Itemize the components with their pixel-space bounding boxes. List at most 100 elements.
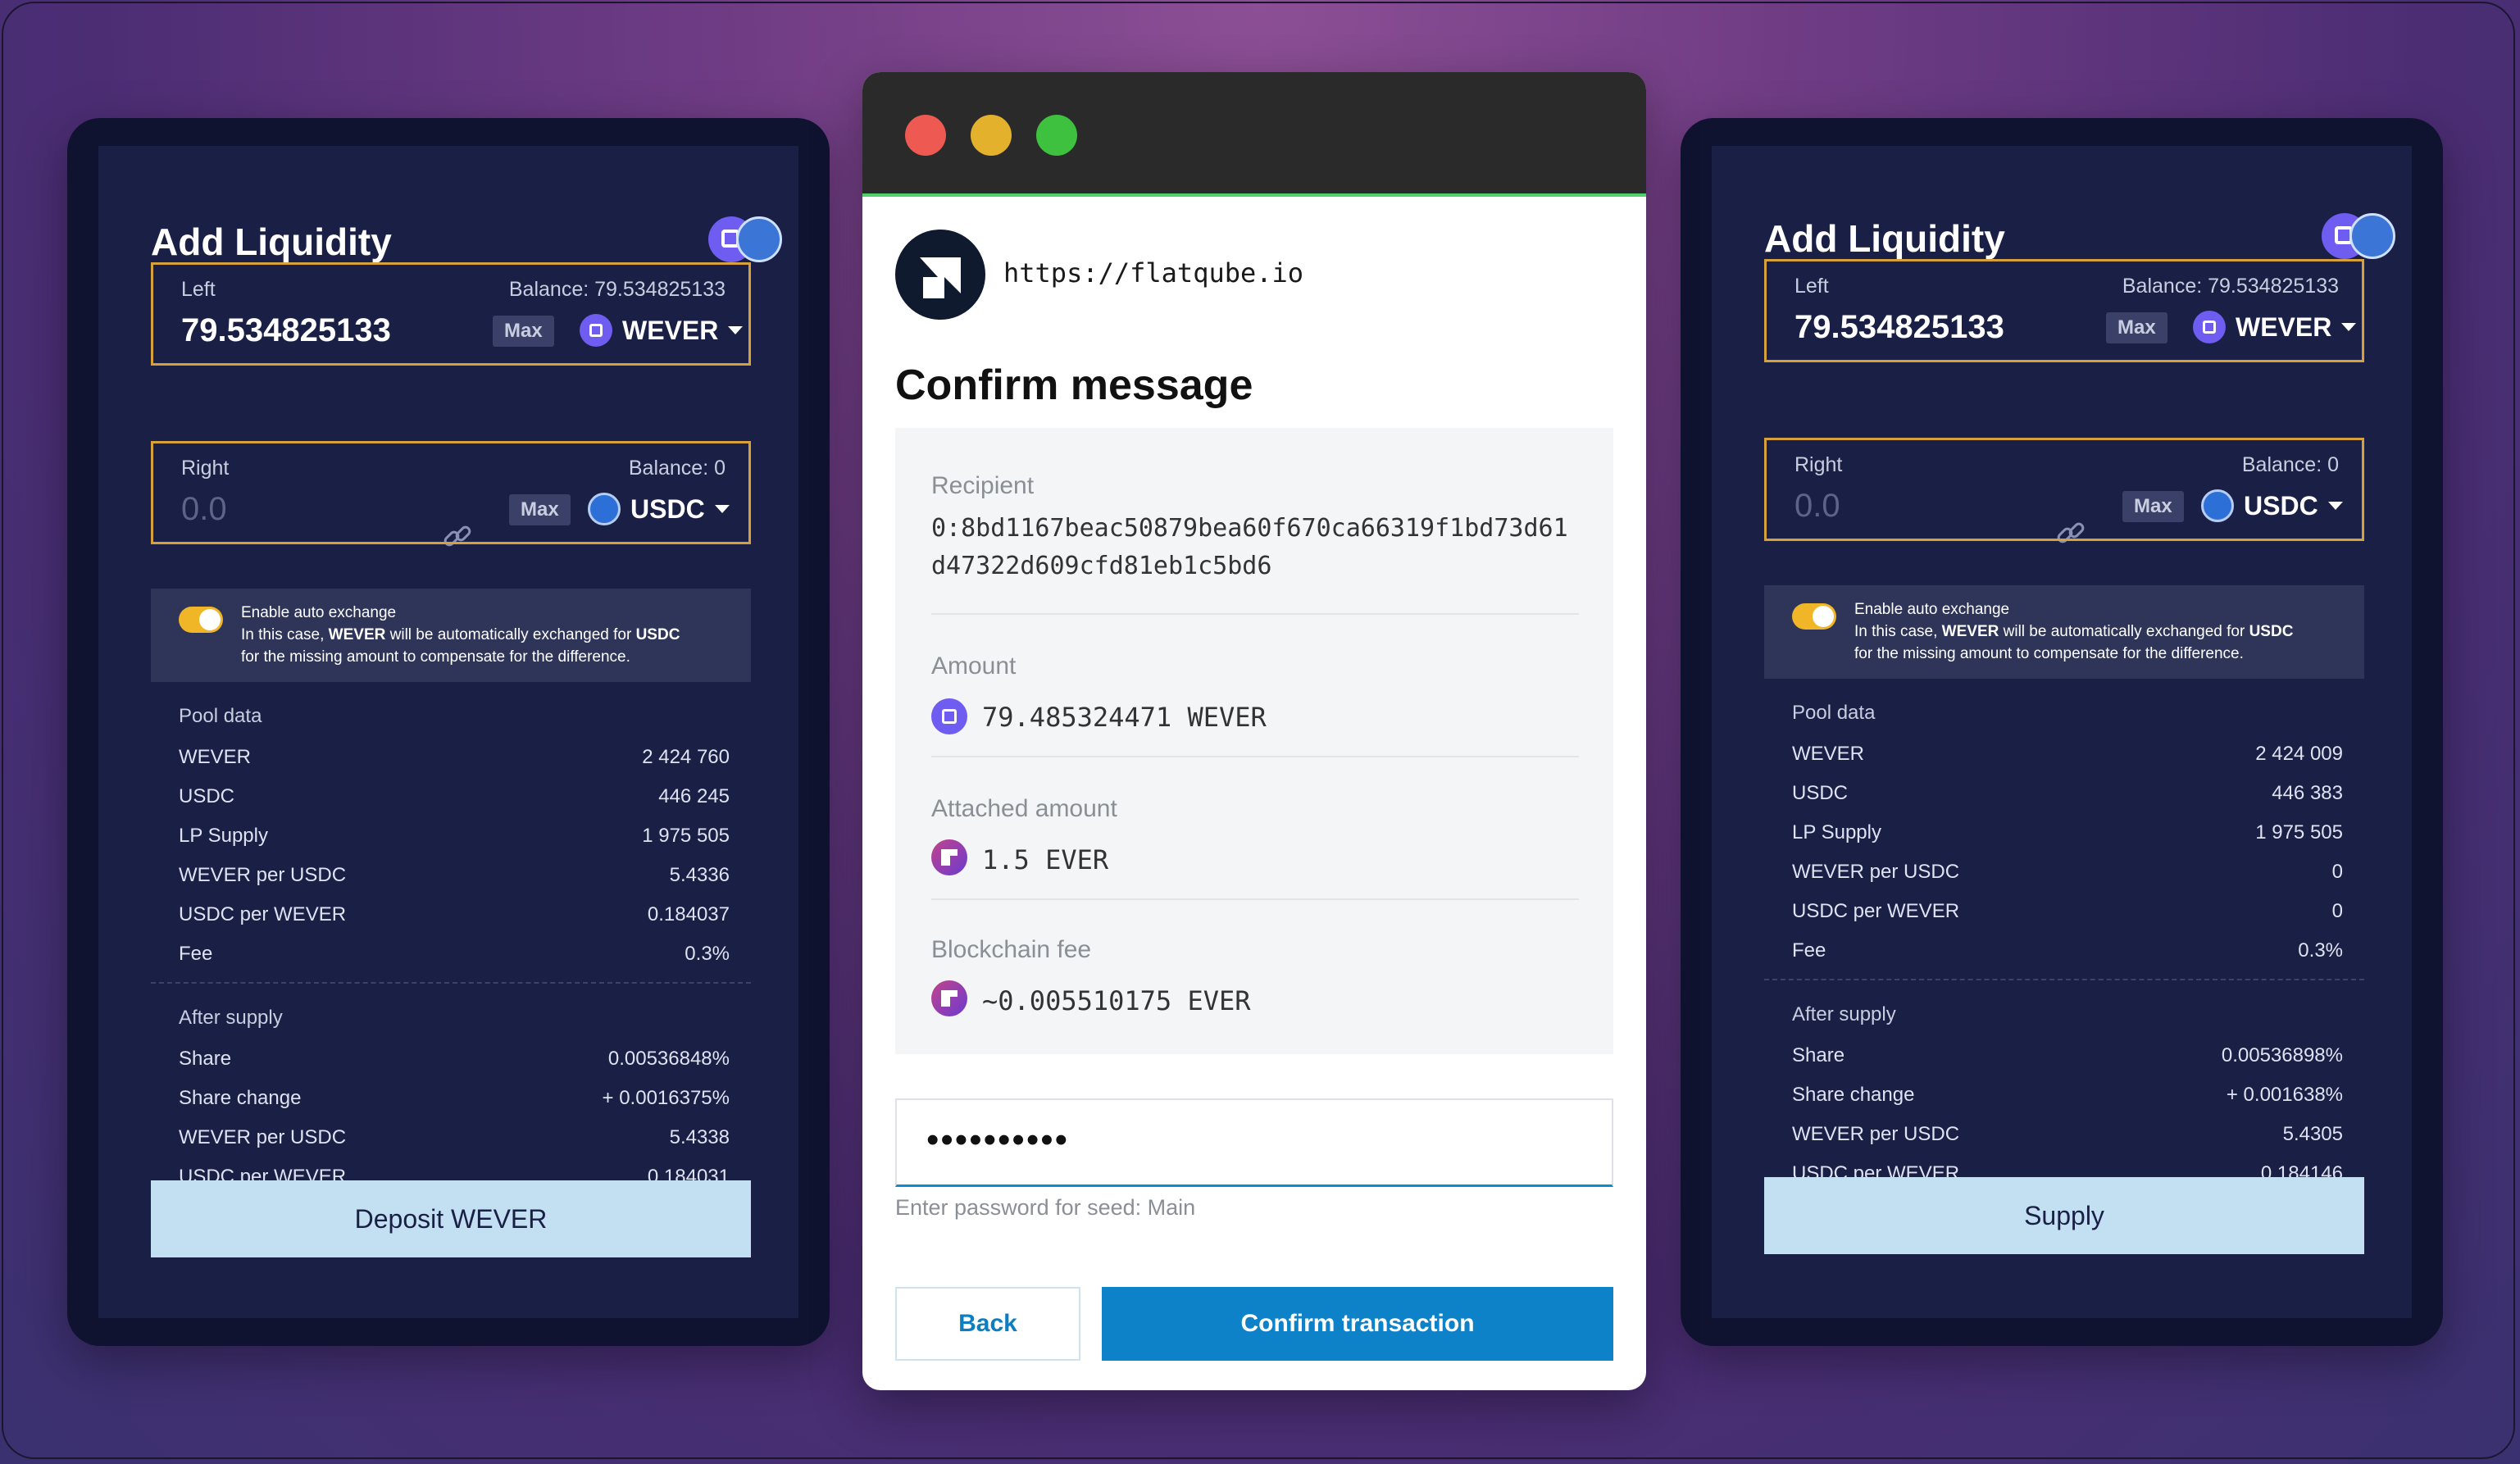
- pool-data: Pool data WEVER 2 424 009 USDC 446 383 LP Su…: [1764, 702, 2364, 962]
- data-row: Share 0.00536848%: [151, 1048, 751, 1071]
- row-value: 0.00536848%: [607, 1048, 730, 1070]
- attached-amount-label: Attached amount: [931, 795, 1117, 822]
- amount-label: Amount: [931, 652, 1017, 680]
- divider: [931, 613, 1579, 615]
- row-value: + 0.0016375%: [602, 1087, 730, 1109]
- data-row: WEVER per USDC 5.4338: [151, 1126, 751, 1149]
- max-button[interactable]: Max: [493, 316, 554, 347]
- chevron-down-icon: [714, 505, 730, 513]
- row-key: Fee: [179, 943, 213, 965]
- balance-text: Balance: 0: [2241, 453, 2339, 476]
- ever-icon: [931, 839, 967, 875]
- amount-input[interactable]: 0.0: [181, 491, 227, 528]
- ever-icon: [931, 980, 967, 1016]
- row-value: 5.4336: [669, 864, 730, 886]
- right-token-field[interactable]: Right Balance: 0 0.0 Max USDC: [151, 441, 751, 544]
- auto-exchange-toggle[interactable]: [1792, 603, 1836, 630]
- token-select[interactable]: USDC: [2201, 489, 2343, 522]
- row-value: 0.00536898%: [2221, 1044, 2343, 1066]
- row-key: LP Supply: [179, 825, 268, 847]
- data-row: Fee 0.3%: [1764, 939, 2364, 962]
- max-button[interactable]: Max: [2106, 312, 2167, 343]
- row-key: USDC per WEVER: [1792, 900, 1960, 922]
- amount-input[interactable]: 79.534825133: [1794, 309, 2004, 346]
- password-hint: Enter password for seed: Main: [895, 1195, 1196, 1220]
- row-value: 1 975 505: [642, 825, 730, 847]
- confirm-transaction-button[interactable]: Confirm transaction: [1102, 1287, 1613, 1361]
- minimize-window-button[interactable]: [971, 115, 1012, 156]
- auto-exchange-box: Enable auto exchange In this case, WEVER…: [151, 589, 751, 682]
- after-supply: After supply Share 0.00536898% Share chang…: [1764, 1003, 2364, 1185]
- amount-value: 79.485324471 WEVER: [982, 702, 1267, 733]
- blockchain-fee-label: Blockchain fee: [931, 936, 1092, 963]
- row-value: 0: [2331, 900, 2343, 922]
- back-button[interactable]: Back: [895, 1287, 1080, 1361]
- auto-exchange-text: Enable auto exchange In this case, WEVER…: [1854, 601, 2294, 662]
- right-token-field[interactable]: Right Balance: 0 0.0 Max USDC: [1764, 438, 2364, 541]
- pool-data: Pool data WEVER 2 424 760 USDC 446 245 LP Su…: [151, 705, 751, 966]
- wallet-window: https://flatqube.io Confirm message Reci…: [862, 72, 1646, 1390]
- token-pair-icon: [2322, 213, 2404, 262]
- usdc-icon: [2201, 489, 2234, 522]
- row-key: WEVER per USDC: [179, 864, 347, 886]
- balance-text: Balance: 0: [628, 457, 726, 480]
- card-panel: Add Liquidity Left Balance: 79.534825133…: [98, 146, 798, 1318]
- row-key: Share: [179, 1048, 232, 1070]
- divider: [1764, 979, 2364, 980]
- token-select[interactable]: USDC: [588, 493, 730, 525]
- row-value: 0.3%: [2298, 939, 2343, 962]
- chevron-down-icon: [2341, 323, 2357, 331]
- row-value: 0.3%: [685, 943, 730, 965]
- token-label: USDC: [2244, 490, 2318, 521]
- row-value: 5.4305: [2282, 1123, 2343, 1145]
- row-key: USDC per WEVER: [179, 903, 347, 925]
- card-title: Add Liquidity: [151, 221, 392, 263]
- deposit-button[interactable]: Deposit WEVER: [151, 1180, 751, 1257]
- data-row: LP Supply 1 975 505: [151, 825, 751, 848]
- max-button[interactable]: Max: [2122, 491, 2184, 522]
- wever-icon: [2193, 311, 2226, 343]
- data-row: WEVER per USDC 0: [1764, 861, 2364, 884]
- data-row: WEVER per USDC 5.4305: [1764, 1123, 2364, 1146]
- row-value: 1 975 505: [2255, 821, 2343, 843]
- divider: [931, 756, 1579, 757]
- amount-input[interactable]: 79.534825133: [181, 312, 391, 349]
- data-row: USDC per WEVER 0.184037: [151, 903, 751, 926]
- data-row: USDC 446 245: [151, 785, 751, 808]
- token-label: WEVER: [622, 315, 719, 345]
- auto-exchange-box: Enable auto exchange In this case, WEVER…: [1764, 585, 2364, 679]
- row-key: WEVER per USDC: [179, 1126, 347, 1148]
- left-token-field[interactable]: Left Balance: 79.534825133 79.534825133 …: [151, 262, 751, 366]
- row-value: 446 245: [658, 785, 730, 807]
- usdc-icon: [588, 493, 621, 525]
- token-select[interactable]: WEVER: [580, 314, 744, 347]
- row-value: 2 424 760: [642, 746, 730, 768]
- maximize-window-button[interactable]: [1036, 115, 1077, 156]
- auto-exchange-toggle[interactable]: [179, 607, 223, 633]
- message-details: Recipient 0:8bd1167beac50879bea60f670ca6…: [895, 428, 1613, 1054]
- divider: [151, 982, 751, 984]
- row-key: WEVER: [1792, 743, 1865, 765]
- max-button[interactable]: Max: [509, 494, 571, 525]
- data-row: LP Supply 1 975 505: [1764, 821, 2364, 844]
- data-row: WEVER 2 424 009: [1764, 743, 2364, 766]
- after-supply-title: After supply: [179, 1007, 283, 1029]
- card-panel: Add Liquidity Left Balance: 79.534825133…: [1712, 146, 2412, 1318]
- password-input[interactable]: ••••••••••: [895, 1098, 1613, 1187]
- data-row: USDC 446 383: [1764, 782, 2364, 805]
- pool-data-title: Pool data: [179, 705, 262, 727]
- close-window-button[interactable]: [905, 115, 946, 156]
- row-key: LP Supply: [1792, 821, 1881, 843]
- add-liquidity-card-right: Add Liquidity Left Balance: 79.534825133…: [1681, 118, 2443, 1346]
- row-key: Share change: [1792, 1084, 1915, 1106]
- amount-input[interactable]: 0.0: [1794, 488, 1840, 525]
- row-value: 446 383: [2272, 782, 2343, 804]
- left-token-field[interactable]: Left Balance: 79.534825133 79.534825133 …: [1764, 259, 2364, 362]
- token-pair-icon: [708, 216, 790, 266]
- token-select[interactable]: WEVER: [2193, 311, 2357, 343]
- supply-button[interactable]: Supply: [1764, 1177, 2364, 1254]
- card-title: Add Liquidity: [1764, 217, 2005, 260]
- confirm-title: Confirm message: [895, 361, 1253, 409]
- auto-exchange-text: Enable auto exchange In this case, WEVER…: [241, 604, 680, 666]
- recipient-label: Recipient: [931, 472, 1035, 499]
